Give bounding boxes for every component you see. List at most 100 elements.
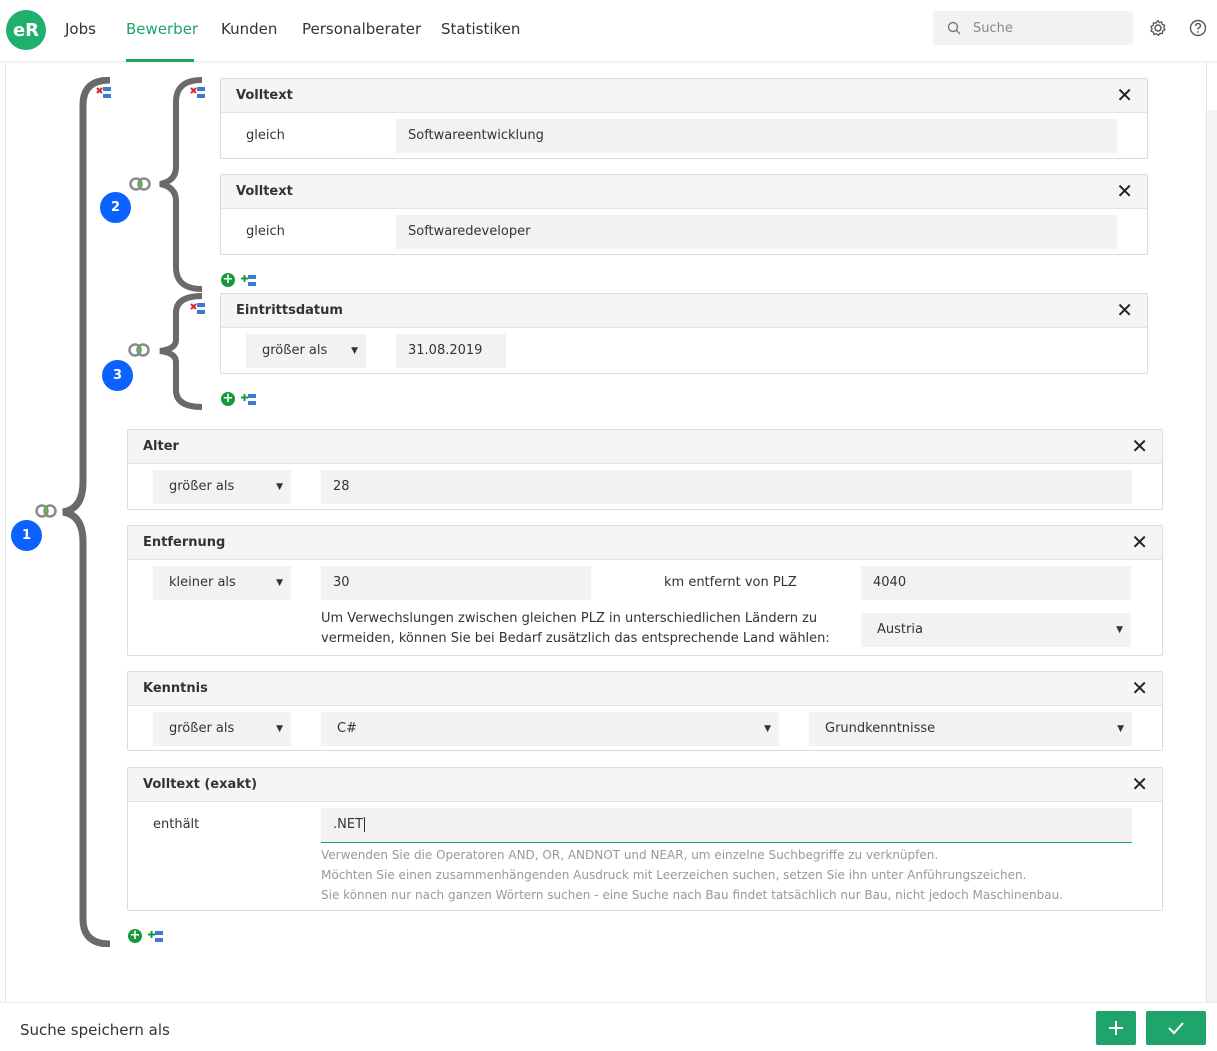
add-group-icon[interactable] bbox=[241, 393, 257, 407]
nav-item-bewerber[interactable]: Bewerber bbox=[126, 20, 198, 38]
search-icon bbox=[947, 21, 961, 35]
criterion-title: Alter bbox=[143, 439, 179, 454]
criterion-title: Kenntnis bbox=[143, 681, 208, 696]
confirm-search-button[interactable] bbox=[1146, 1011, 1206, 1045]
nav-item-jobs[interactable]: Jobs bbox=[65, 20, 96, 38]
operator-select-value: größer als bbox=[169, 479, 235, 494]
skill-level-select[interactable]: Grundkenntnisse ▼ bbox=[809, 712, 1132, 746]
criterion-entfernung: Entfernung ✕ kleiner als ▼ 30 km entfern… bbox=[127, 525, 1163, 656]
criterion-volltext-exakt: Volltext (exakt) ✕ enthält .NET Verwende… bbox=[127, 767, 1163, 911]
annotation-badge-3: 3 bbox=[102, 360, 133, 391]
operator-select[interactable]: kleiner als ▼ bbox=[153, 566, 291, 600]
chevron-down-icon: ▼ bbox=[351, 346, 358, 356]
skill-level-select-value: Grundkenntnisse bbox=[825, 721, 936, 736]
nav-item-statistiken[interactable]: Statistiken bbox=[441, 20, 520, 38]
criterion-header: Volltext ✕ bbox=[221, 79, 1147, 113]
criterion-header: Eintrittsdatum ✕ bbox=[221, 294, 1147, 328]
remove-criterion-button[interactable]: ✕ bbox=[1116, 180, 1133, 202]
distance-input[interactable]: 30 bbox=[321, 566, 591, 600]
add-criterion-icon[interactable]: + bbox=[128, 929, 142, 943]
or-operator-icon[interactable] bbox=[128, 177, 154, 191]
and-operator-icon[interactable] bbox=[34, 504, 60, 518]
distance-unit-label: km entfernt von PLZ bbox=[664, 575, 797, 590]
search-input[interactable] bbox=[973, 18, 1123, 38]
active-nav-indicator bbox=[126, 59, 194, 62]
operator-select-value: größer als bbox=[169, 721, 235, 736]
help-text-line-3: Sie können nur nach ganzen Wörtern suche… bbox=[321, 888, 1063, 902]
add-criterion-icon[interactable]: + bbox=[221, 392, 235, 406]
criterion-title: Volltext (exakt) bbox=[143, 777, 258, 792]
remove-criterion-button[interactable]: ✕ bbox=[1131, 773, 1148, 795]
add-criterion-icon[interactable]: + bbox=[221, 273, 235, 287]
help-icon[interactable] bbox=[1188, 18, 1208, 38]
operator-select[interactable]: größer als ▼ bbox=[246, 334, 366, 368]
criterion-value-input[interactable]: Softwaredeveloper bbox=[396, 215, 1117, 249]
criterion-alter: Alter ✕ größer als ▼ 28 bbox=[127, 429, 1163, 510]
chevron-down-icon: ▼ bbox=[1117, 724, 1124, 734]
plus-icon bbox=[1109, 1021, 1123, 1035]
criterion-header: Alter ✕ bbox=[128, 430, 1162, 464]
annotation-badge-2: 2 bbox=[100, 192, 131, 223]
nav-item-kunden[interactable]: Kunden bbox=[221, 20, 277, 38]
annotation-badge-1: 1 bbox=[11, 520, 42, 551]
add-group-icon[interactable] bbox=[148, 930, 164, 944]
remove-criterion-button[interactable]: ✕ bbox=[1131, 435, 1148, 457]
remove-group-icon[interactable] bbox=[190, 86, 206, 100]
remove-group-icon[interactable] bbox=[190, 302, 206, 316]
criterion-header: Volltext ✕ bbox=[221, 175, 1147, 209]
operator-label: gleich bbox=[246, 224, 285, 239]
country-hint-line-2: vermeiden, können Sie bei Bedarf zusätzl… bbox=[321, 631, 830, 646]
remove-group-icon[interactable] bbox=[96, 86, 112, 100]
or-operator-icon[interactable] bbox=[127, 343, 153, 357]
skill-select[interactable]: C# ▼ bbox=[321, 712, 779, 746]
remove-criterion-button[interactable]: ✕ bbox=[1116, 84, 1133, 106]
fulltext-exact-input[interactable]: .NET bbox=[321, 808, 1132, 843]
plz-input[interactable]: 4040 bbox=[861, 566, 1131, 600]
chevron-down-icon: ▼ bbox=[1116, 625, 1123, 635]
criterion-header: Entfernung ✕ bbox=[128, 526, 1162, 560]
operator-select[interactable]: größer als ▼ bbox=[153, 712, 291, 746]
remove-criterion-button[interactable]: ✕ bbox=[1131, 531, 1148, 553]
skill-select-value: C# bbox=[337, 721, 357, 736]
criterion-value-input[interactable]: Softwareentwicklung bbox=[396, 119, 1117, 153]
app-logo[interactable]: eR bbox=[6, 10, 46, 50]
checkmark-icon bbox=[1168, 1022, 1184, 1035]
scrollbar-track[interactable] bbox=[1207, 110, 1217, 1002]
nav-item-personalberater[interactable]: Personalberater bbox=[302, 20, 421, 38]
footer-bar: Suche speichern als bbox=[0, 1002, 1217, 1051]
top-navigation: eR Jobs Bewerber Kunden Personalberater … bbox=[0, 0, 1217, 62]
remove-criterion-button[interactable]: ✕ bbox=[1116, 299, 1133, 321]
add-button[interactable] bbox=[1096, 1011, 1136, 1045]
help-text-line-2: Möchten Sie einen zusammenhängenden Ausd… bbox=[321, 868, 1027, 882]
chevron-down-icon: ▼ bbox=[276, 724, 283, 734]
remove-criterion-button[interactable]: ✕ bbox=[1131, 677, 1148, 699]
country-select[interactable]: Austria ▼ bbox=[861, 613, 1131, 647]
chevron-down-icon: ▼ bbox=[764, 724, 771, 734]
criterion-eintrittsdatum: Eintrittsdatum ✕ größer als ▼ 31.08.2019 bbox=[220, 293, 1148, 374]
fulltext-exact-value: .NET bbox=[333, 817, 364, 832]
country-hint-line-1: Um Verwechslungen zwischen gleichen PLZ … bbox=[321, 611, 818, 626]
age-input[interactable]: 28 bbox=[321, 470, 1132, 504]
criterion-header: Kenntnis ✕ bbox=[128, 672, 1162, 706]
chevron-down-icon: ▼ bbox=[276, 578, 283, 588]
criterion-header: Volltext (exakt) ✕ bbox=[128, 768, 1162, 802]
date-input[interactable]: 31.08.2019 bbox=[396, 334, 506, 368]
criterion-volltext: Volltext ✕ gleich Softwaredeveloper bbox=[220, 174, 1148, 255]
save-search-label[interactable]: Suche speichern als bbox=[20, 1021, 170, 1039]
content-frame-left bbox=[5, 62, 6, 1002]
criterion-title: Volltext bbox=[236, 184, 293, 199]
operator-select-value: kleiner als bbox=[169, 575, 236, 590]
add-group-icon[interactable] bbox=[241, 274, 257, 288]
operator-select-value: größer als bbox=[262, 343, 328, 358]
group-2-brace bbox=[159, 77, 203, 292]
gear-icon[interactable] bbox=[1148, 18, 1168, 38]
operator-select[interactable]: größer als ▼ bbox=[153, 470, 291, 504]
criterion-title: Volltext bbox=[236, 88, 293, 103]
search-box[interactable] bbox=[933, 11, 1133, 45]
help-text-line-1: Verwenden Sie die Operatoren AND, OR, AN… bbox=[321, 848, 939, 862]
country-select-value: Austria bbox=[877, 622, 923, 637]
criterion-title: Eintrittsdatum bbox=[236, 303, 343, 318]
criterion-volltext: Volltext ✕ gleich Softwareentwicklung bbox=[220, 78, 1148, 159]
text-cursor bbox=[364, 817, 366, 832]
operator-label: enthält bbox=[153, 817, 200, 832]
